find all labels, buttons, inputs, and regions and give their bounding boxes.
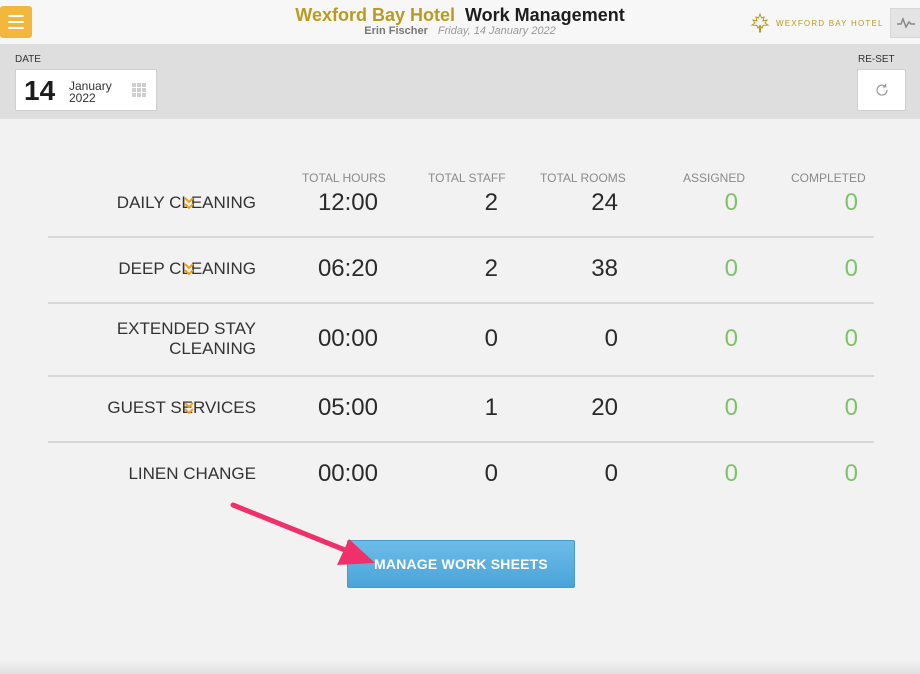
task-name: EXTENDED STAY CLEANING [116,319,256,358]
assigned-count: 0 [724,255,738,282]
total-staff: 0 [484,325,498,352]
task-name: LINEN CHANGE [128,464,256,483]
header-date: Friday, 14 January 2022 [437,25,556,37]
date-year: 2022 [69,91,96,105]
col-header-total-hours: TOTAL HOURS [302,171,386,185]
activity-button[interactable] [890,8,920,38]
total-hours: 12:00 [317,189,378,216]
total-hours: 06:20 [317,255,378,282]
total-rooms: 0 [604,460,618,487]
date-picker[interactable]: 14 January 2022 [15,69,157,111]
date-bar: DATE 14 January 2022 RE-SET [0,44,920,119]
activity-icon [896,17,915,29]
col-header-completed: COMPLETED [791,171,866,185]
user-name: Erin Fischer [364,25,428,37]
task-name: GUEST SERVICES [107,398,256,417]
col-header-total-staff: TOTAL STAFF [428,171,506,185]
total-rooms: 38 [591,255,618,282]
total-staff: 2 [484,189,498,216]
completed-count: 0 [844,189,858,216]
expand-chevron-icon[interactable] [183,401,195,415]
row-divider [48,375,874,377]
expand-chevron-icon[interactable] [183,196,195,210]
assigned-count: 0 [724,189,738,216]
completed-count: 0 [844,394,858,421]
date-day: 14 [24,75,56,106]
app-title: Work Management [465,5,625,25]
bottom-shade [0,660,920,674]
completed-count: 0 [844,460,858,487]
expand-chevron-icon[interactable] [183,262,195,276]
calendar-grid-icon[interactable] [132,83,146,97]
assigned-count: 0 [724,394,738,421]
total-staff: 2 [484,255,498,282]
pointer-arrow-icon [230,502,375,565]
maple-leaf-icon [750,13,770,33]
brand-text: WEXFORD BAY HOTEL [776,18,884,28]
col-header-assigned: ASSIGNED [683,171,746,185]
app-header: Wexford Bay Hotel Work Management Erin Fi… [0,0,920,44]
col-header-total-rooms: TOTAL ROOMS [540,171,626,185]
hotel-name: Wexford Bay Hotel [295,5,455,25]
assigned-count: 0 [724,460,738,487]
refresh-icon [875,83,888,96]
row-divider [48,441,874,443]
row-divider [48,302,874,304]
total-hours: 05:00 [317,394,378,421]
completed-count: 0 [844,325,858,352]
reset-label: RE-SET [858,54,895,65]
total-hours: 00:00 [317,325,378,352]
assigned-count: 0 [724,325,738,352]
date-label: DATE [15,54,41,65]
total-staff: 0 [484,460,498,487]
total-rooms: 0 [604,325,618,352]
total-rooms: 24 [591,189,618,216]
brand-logo: WEXFORD BAY HOTEL [750,13,884,33]
reset-button[interactable] [857,69,906,111]
row-divider [48,236,874,238]
total-rooms: 20 [591,394,618,421]
total-hours: 00:00 [317,460,378,487]
total-staff: 1 [484,394,498,421]
completed-count: 0 [844,255,858,282]
